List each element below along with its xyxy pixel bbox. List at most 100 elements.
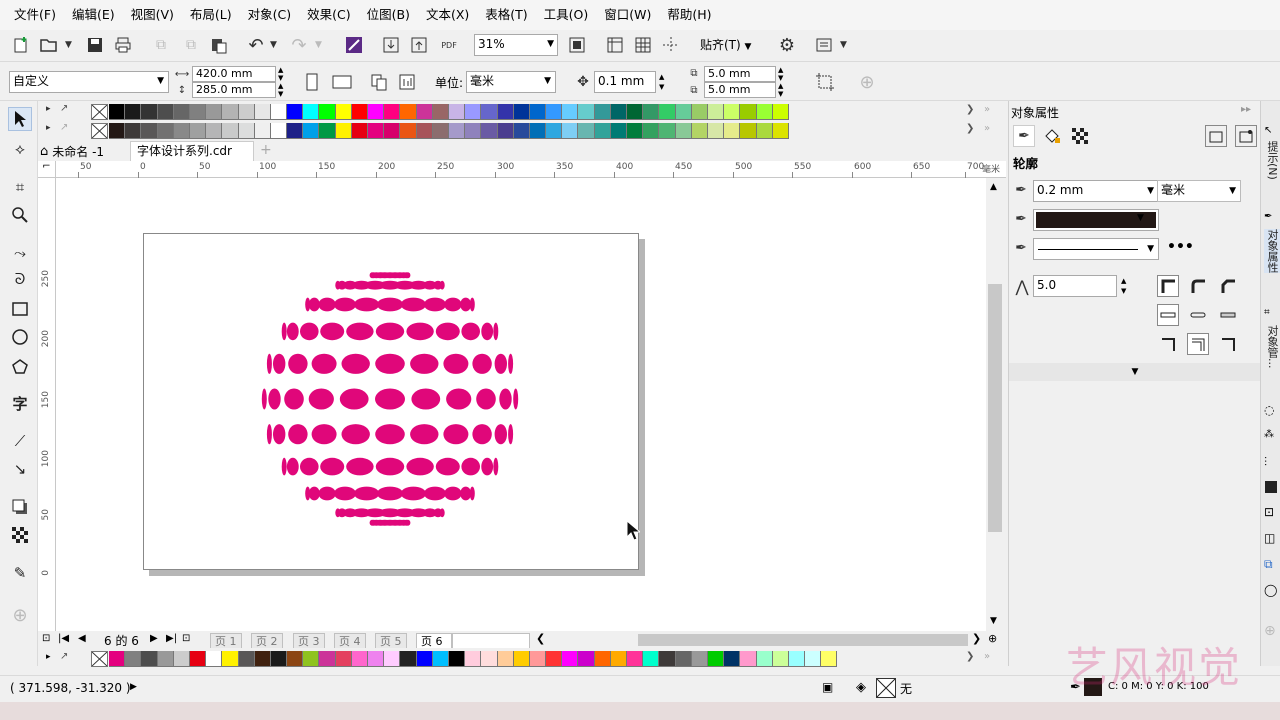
- color-swatch[interactable]: [238, 104, 255, 120]
- paste-icon[interactable]: [208, 34, 230, 56]
- duplicate-x-field[interactable]: 5.0 mm: [704, 66, 776, 82]
- color-swatch[interactable]: [740, 104, 757, 120]
- color-swatch[interactable]: [546, 123, 563, 139]
- text-tool-icon[interactable]: 字: [8, 391, 32, 415]
- menu-item-6[interactable]: 位图(B): [359, 0, 418, 30]
- square-cap-icon[interactable]: [1217, 304, 1239, 326]
- menu-item-3[interactable]: 布局(L): [182, 0, 240, 30]
- butt-cap-icon[interactable]: [1157, 304, 1179, 326]
- color-swatch[interactable]: [659, 651, 676, 667]
- color-swatch[interactable]: [368, 123, 385, 139]
- color-swatch[interactable]: [513, 104, 530, 120]
- color-swatch[interactable]: [189, 104, 207, 120]
- color-swatch[interactable]: [562, 651, 579, 667]
- color-swatch[interactable]: [465, 651, 482, 667]
- color-swatch[interactable]: [594, 651, 611, 667]
- color-swatch[interactable]: [529, 651, 547, 667]
- zoom-level-field[interactable]: 31% ▼: [474, 34, 558, 56]
- object-manager-tab[interactable]: 对象管...: [1264, 325, 1280, 369]
- color-swatch[interactable]: [562, 104, 579, 120]
- go-last-icon[interactable]: ▶|: [166, 633, 177, 644]
- color-swatch[interactable]: [772, 104, 789, 120]
- doc-palette-scroll-right-icon[interactable]: ❯: [966, 651, 974, 662]
- miter-limit-field[interactable]: 5.0: [1033, 275, 1117, 297]
- next-page-icon[interactable]: ▶: [150, 633, 158, 644]
- line-style-more-icon[interactable]: •••: [1167, 239, 1194, 255]
- centered-position-icon[interactable]: [1187, 333, 1209, 355]
- landscape-icon[interactable]: [330, 71, 354, 93]
- shape-tool-icon[interactable]: ⟡: [8, 137, 32, 161]
- current-page-icon[interactable]: [396, 71, 418, 93]
- page-tab-5[interactable]: 页 5: [375, 633, 407, 648]
- menu-item-5[interactable]: 效果(C): [299, 0, 358, 30]
- import-icon[interactable]: [380, 34, 402, 56]
- inside-position-icon[interactable]: [1217, 333, 1239, 355]
- undo-dropdown-icon[interactable]: ▼: [270, 40, 277, 50]
- color-swatch[interactable]: [578, 104, 595, 120]
- new-tab-icon[interactable]: +: [260, 142, 272, 158]
- color-swatch[interactable]: [497, 123, 514, 139]
- color-swatch[interactable]: [125, 651, 142, 667]
- open-dropdown-icon[interactable]: ▼: [65, 40, 72, 50]
- color-swatch[interactable]: [335, 123, 352, 139]
- scroll-up-icon[interactable]: ▲: [990, 182, 997, 192]
- hints-tab[interactable]: 提示(N): [1264, 141, 1280, 180]
- line-style-select[interactable]: ▼: [1033, 238, 1159, 260]
- color-swatch[interactable]: [594, 123, 611, 139]
- color-swatch[interactable]: [189, 651, 207, 667]
- redo-dropdown-icon[interactable]: ▼: [315, 40, 322, 50]
- color-swatch[interactable]: [238, 123, 255, 139]
- color-swatch[interactable]: [627, 651, 644, 667]
- menu-item-0[interactable]: 文件(F): [6, 0, 64, 30]
- scroll-left-icon[interactable]: ❮: [536, 632, 545, 645]
- menu-item-10[interactable]: 窗口(W): [596, 0, 659, 30]
- palette2-expand-icon[interactable]: »: [984, 123, 990, 134]
- dock-icon-8[interactable]: ◯: [1264, 583, 1277, 597]
- color-swatch[interactable]: [594, 104, 611, 120]
- doc-palette-eyedropper-icon[interactable]: ↗: [60, 651, 68, 662]
- color-swatch[interactable]: [400, 651, 417, 667]
- palette2-scroll-left-icon[interactable]: ▸: [46, 123, 51, 133]
- color-swatch[interactable]: [675, 123, 692, 139]
- color-swatch[interactable]: [303, 123, 320, 139]
- nudge-distance-field[interactable]: 0.1 mm: [594, 71, 656, 93]
- color-swatch[interactable]: [691, 651, 708, 667]
- color-swatch[interactable]: [610, 123, 627, 139]
- color-swatch[interactable]: [270, 123, 288, 139]
- bevel-join-icon[interactable]: [1217, 275, 1239, 297]
- color-swatch[interactable]: [270, 651, 288, 667]
- color-swatch[interactable]: [643, 651, 660, 667]
- outline-color-dropdown-icon[interactable]: ▼: [1137, 213, 1144, 223]
- color-swatch[interactable]: [497, 104, 514, 120]
- dock-icon-4[interactable]: [1265, 481, 1277, 493]
- color-swatch[interactable]: [319, 651, 336, 667]
- color-swatch[interactable]: [173, 104, 190, 120]
- color-swatch[interactable]: [643, 123, 660, 139]
- color-swatch[interactable]: [529, 104, 547, 120]
- freehand-tool-icon[interactable]: ⤳: [8, 241, 32, 265]
- color-swatch[interactable]: [578, 123, 595, 139]
- no-color-swatch[interactable]: [91, 104, 108, 120]
- color-swatch[interactable]: [173, 651, 190, 667]
- palette-scroll-left-icon[interactable]: ▸: [46, 104, 51, 114]
- color-swatch[interactable]: [287, 104, 304, 120]
- color-swatch[interactable]: [384, 651, 401, 667]
- color-swatch[interactable]: [724, 104, 741, 120]
- page-tab-3[interactable]: 页 3: [293, 633, 325, 648]
- menu-item-1[interactable]: 编辑(E): [64, 0, 123, 30]
- color-swatch[interactable]: [465, 104, 482, 120]
- color-swatch[interactable]: [351, 651, 368, 667]
- color-swatch[interactable]: [772, 123, 789, 139]
- add-icon[interactable]: ⊕: [856, 71, 878, 93]
- duplicate-x-spinner[interactable]: ▲ ▼: [778, 66, 783, 82]
- round-cap-icon[interactable]: [1187, 304, 1209, 326]
- menu-item-8[interactable]: 表格(T): [477, 0, 535, 30]
- color-swatch[interactable]: [416, 104, 433, 120]
- color-swatch[interactable]: [206, 123, 223, 139]
- color-swatch[interactable]: [432, 104, 449, 120]
- options-gear-icon[interactable]: ⚙: [776, 34, 798, 56]
- dock-icon-5[interactable]: ⊡: [1264, 505, 1274, 519]
- color-swatch[interactable]: [287, 123, 304, 139]
- color-swatch[interactable]: [222, 104, 239, 120]
- color-swatch[interactable]: [206, 104, 223, 120]
